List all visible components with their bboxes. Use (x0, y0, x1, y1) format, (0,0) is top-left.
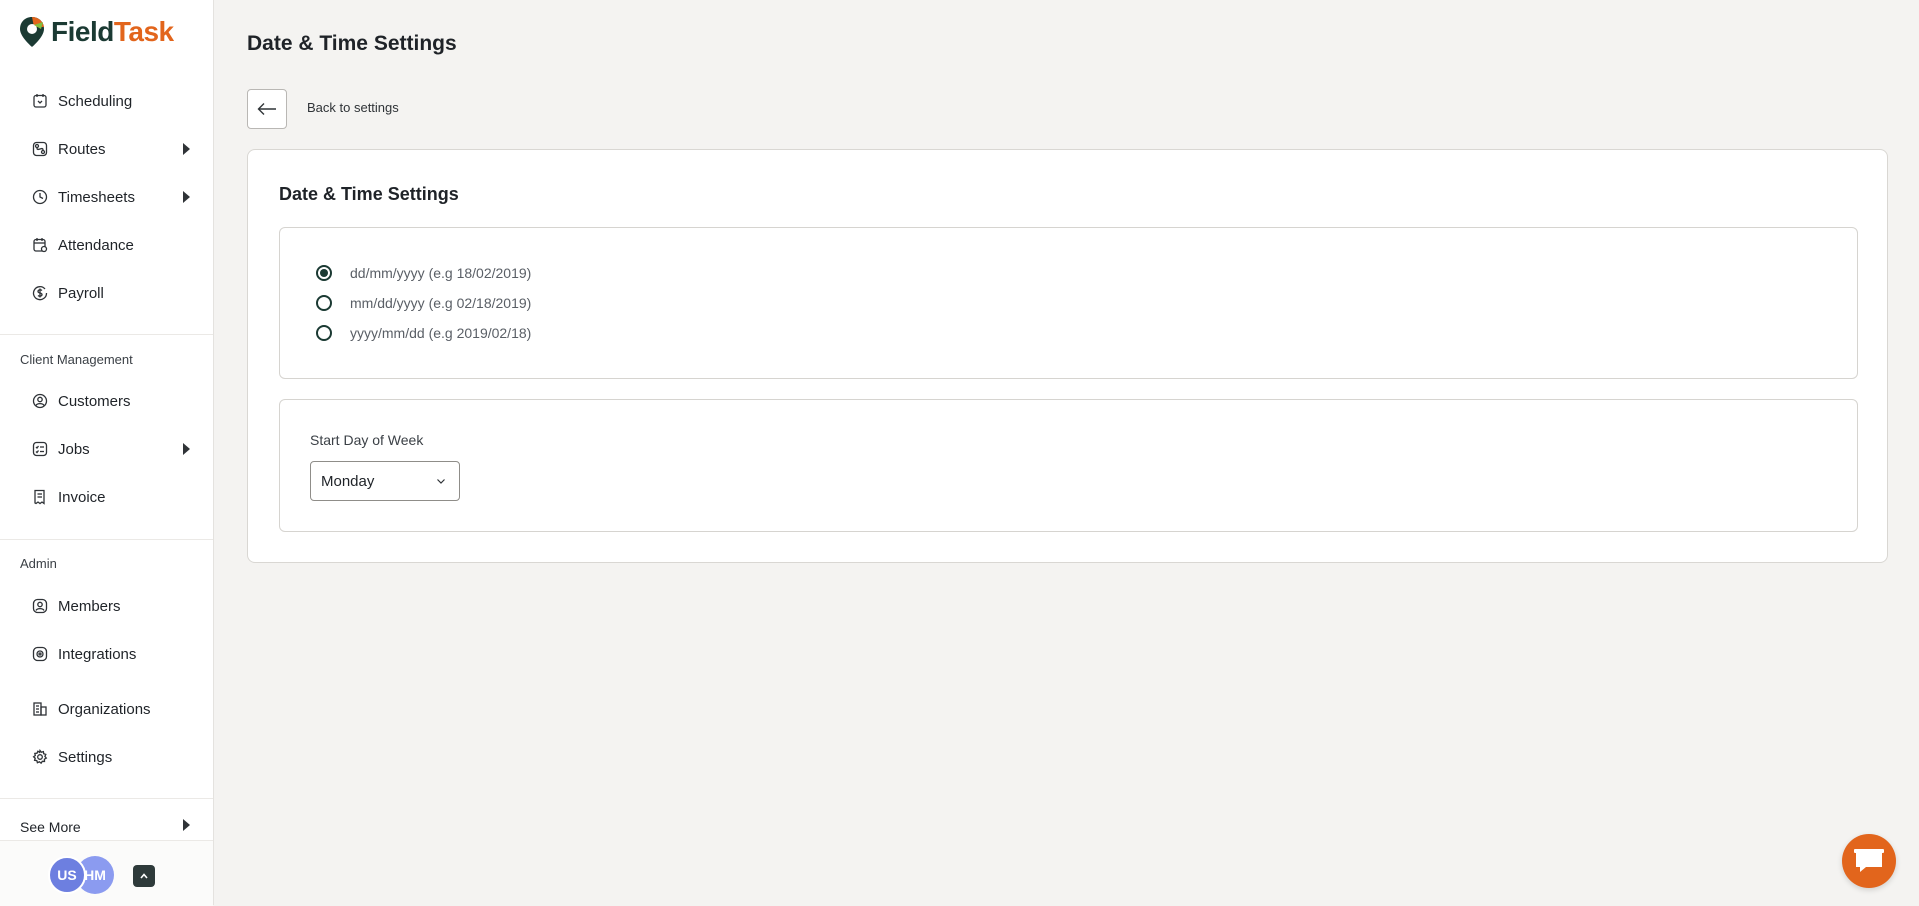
start-day-group: Start Day of Week Monday (279, 399, 1858, 532)
main-content: Date & Time Settings Back to settings Da… (214, 0, 1919, 905)
back-button[interactable] (247, 89, 287, 129)
caret-right-icon (183, 443, 190, 455)
sidebar-item-label: Invoice (58, 488, 106, 506)
chevron-down-icon (437, 479, 445, 484)
user-bar: US HM (0, 840, 213, 906)
caret-right-icon (183, 143, 190, 155)
avatar[interactable]: US (48, 856, 86, 894)
gear-icon (30, 747, 50, 767)
date-format-group: dd/mm/yyyy (e.g 18/02/2019) mm/dd/yyyy (… (279, 227, 1858, 379)
caret-right-icon (183, 191, 190, 203)
sidebar-item-organizations[interactable]: Organizations (20, 691, 196, 727)
sidebar-item-label: Scheduling (58, 92, 133, 110)
page-title: Date & Time Settings (247, 32, 457, 55)
sidebar-divider (0, 798, 213, 799)
card-title: Date & Time Settings (279, 184, 459, 204)
sidebar-item-label: Jobs (58, 440, 90, 458)
sidebar-item-customers[interactable]: Customers (20, 383, 196, 419)
start-day-value: Monday (321, 472, 375, 490)
sidebar-item-timesheets[interactable]: Timesheets (20, 179, 196, 215)
sidebar-item-settings[interactable]: Settings (20, 739, 196, 775)
chat-bubble-icon (1854, 849, 1884, 872)
location-pin-logo-icon (20, 17, 44, 47)
sidebar-item-label: Payroll (58, 284, 104, 302)
sidebar-item-label: Members (58, 597, 121, 615)
sidebar-item-label: Settings (58, 748, 113, 766)
radio-button[interactable] (316, 295, 332, 311)
sidebar-item-integrations[interactable]: Integrations (20, 636, 196, 672)
integration-icon (30, 644, 50, 664)
route-icon (30, 139, 50, 159)
chat-support-button[interactable] (1842, 834, 1896, 888)
sidebar-item-attendance[interactable]: Attendance (20, 227, 196, 263)
logo-text: FieldTask (51, 16, 174, 47)
building-icon (30, 699, 50, 719)
start-day-label: Start Day of Week (310, 432, 424, 448)
radio-button-selected[interactable] (316, 265, 332, 281)
start-day-select[interactable]: Monday (310, 461, 460, 501)
sidebar-item-label: Integrations (58, 645, 137, 663)
sidebar-item-jobs[interactable]: Jobs (20, 431, 196, 467)
see-more-label: See More (20, 819, 81, 835)
fieldtask-logo[interactable]: FieldTask (19, 14, 174, 50)
section-label-client-management: Client Management (20, 352, 133, 367)
date-format-option-yyyy-mm-dd[interactable]: yyyy/mm/dd (e.g 2019/02/18) (316, 322, 531, 344)
section-label-admin: Admin (20, 556, 57, 571)
sidebar-item-label: Timesheets (58, 188, 135, 206)
checklist-icon (30, 439, 50, 459)
sidebar: FieldTask Scheduling Routes Timesheets A… (0, 0, 214, 906)
sidebar-item-invoice[interactable]: Invoice (20, 479, 196, 515)
caret-right-icon (183, 819, 190, 831)
sidebar-item-scheduling[interactable]: Scheduling (20, 83, 196, 119)
radio-label: mm/dd/yyyy (e.g 02/18/2019) (350, 295, 532, 311)
clock-icon (30, 187, 50, 207)
see-more-toggle[interactable]: See More (20, 816, 196, 838)
date-format-option-dd-mm-yyyy[interactable]: dd/mm/yyyy (e.g 18/02/2019) (316, 262, 531, 284)
attendance-calendar-icon (30, 235, 50, 255)
receipt-icon (30, 487, 50, 507)
date-time-settings-card: Date & Time Settings dd/mm/yyyy (e.g 18/… (247, 149, 1888, 563)
sidebar-item-label: Organizations (58, 700, 151, 718)
arrow-left-icon (257, 103, 276, 115)
dollar-coin-icon (30, 283, 50, 303)
expand-user-menu-button[interactable] (133, 865, 155, 887)
user-circle-icon (30, 391, 50, 411)
sidebar-item-label: Customers (58, 392, 131, 410)
sidebar-item-label: Attendance (58, 236, 134, 254)
sidebar-item-payroll[interactable]: Payroll (20, 275, 196, 311)
member-icon (30, 596, 50, 616)
date-format-option-mm-dd-yyyy[interactable]: mm/dd/yyyy (e.g 02/18/2019) (316, 292, 531, 314)
sidebar-divider (0, 334, 213, 335)
radio-button[interactable] (316, 325, 332, 341)
sidebar-item-routes[interactable]: Routes (20, 131, 196, 167)
sidebar-item-label: Routes (58, 140, 106, 158)
radio-label: yyyy/mm/dd (e.g 2019/02/18) (350, 325, 532, 341)
sidebar-item-members[interactable]: Members (20, 588, 196, 624)
back-to-settings-link[interactable]: Back to settings (307, 100, 399, 115)
chevron-up-icon (140, 873, 148, 879)
calendar-clock-icon (30, 91, 50, 111)
sidebar-divider (0, 539, 213, 540)
radio-label: dd/mm/yyyy (e.g 18/02/2019) (350, 265, 532, 281)
